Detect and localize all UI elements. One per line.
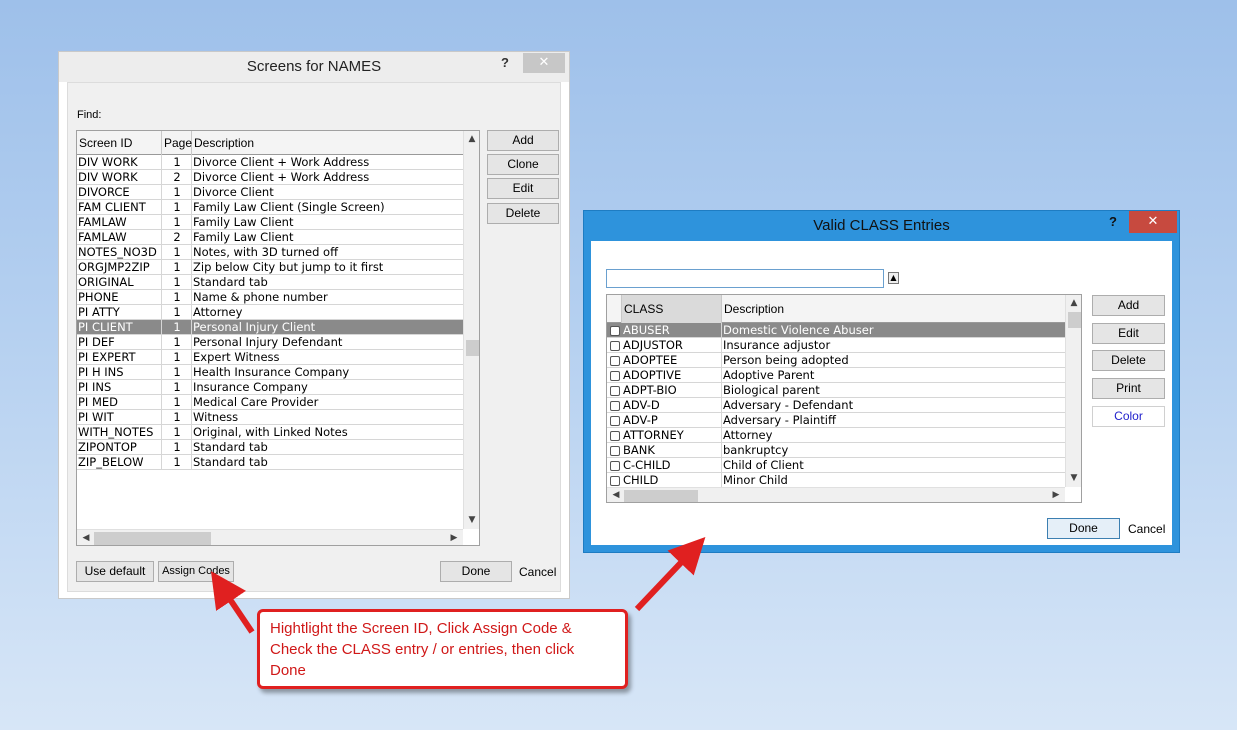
callout-line-3: Done [270, 662, 306, 679]
arrow-to-assign-codes [210, 571, 255, 634]
instruction-callout: Hightlight the Screen ID, Click Assign C… [257, 609, 628, 689]
callout-line-1: Hightlight the Screen ID, Click Assign C… [270, 620, 572, 637]
arrow-to-class-window [634, 536, 706, 612]
callout-line-2: Check the CLASS entry / or entries, then… [270, 641, 575, 658]
